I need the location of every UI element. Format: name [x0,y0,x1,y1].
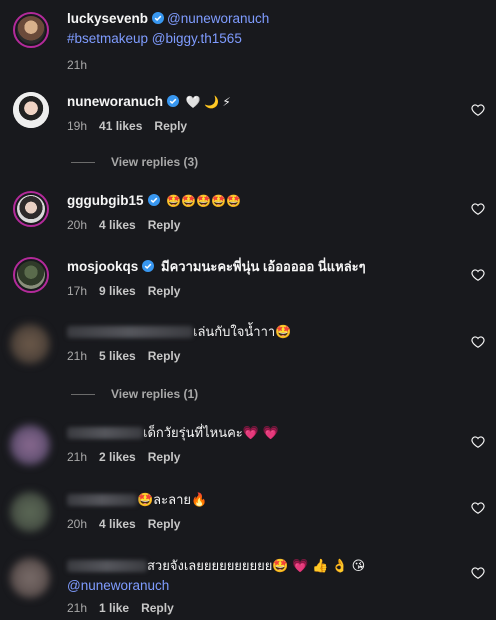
timestamp: 20h [67,517,88,531]
comment-username[interactable]: mosjookqs [67,259,138,274]
comment-text: 🤍 🌙 ⚡ [185,95,231,109]
caption-username[interactable]: luckysevenb [67,11,148,26]
avatar[interactable] [10,425,50,465]
like-count[interactable]: 9 likes [99,284,136,298]
like-count[interactable]: 4 likes [99,218,136,232]
avatar[interactable] [13,92,49,128]
reply-button[interactable]: Reply [154,119,187,133]
comment-text: สวยจังเลยยยยยยยยยย🤩 💗 👍 👌 😘 [147,558,366,573]
comment-text: เด็กวัยรุ่นที่ไหนคะ💗 💗 [143,425,279,440]
blurred-username[interactable] [67,326,193,339]
avatar[interactable] [13,191,49,227]
reply-button[interactable]: Reply [148,218,181,232]
comment-username[interactable]: gggubgib15 [67,193,144,208]
comment-text: 🤩🤩🤩🤩🤩 [166,194,241,208]
caption-mention[interactable]: @nuneworanuch [167,11,269,26]
comment-username[interactable]: nuneworanuch [67,94,163,109]
reply-button[interactable]: Reply [148,517,181,531]
verified-icon [147,194,160,206]
caption-tags[interactable]: #bsetmakeup @biggy.th1565 [67,29,456,49]
divider [71,162,95,164]
verified-icon [167,95,180,107]
timestamp: 21h [67,349,88,363]
blurred-username[interactable] [67,427,143,440]
comment-text: เล่นกับใจน้ำาา🤩 [193,324,292,339]
reply-button[interactable]: Reply [148,450,181,464]
avatar[interactable] [10,324,50,364]
avatar[interactable] [10,558,50,598]
comment-mention[interactable]: @nuneworanuch [67,576,456,596]
verified-icon [142,260,155,272]
avatar[interactable] [13,257,49,293]
timestamp: 21h [67,58,88,72]
avatar[interactable] [13,12,49,48]
heart-icon[interactable] [471,566,485,580]
heart-icon[interactable] [471,335,485,349]
timestamp: 17h [67,284,88,298]
like-count[interactable]: 1 like [99,601,129,615]
reply-button[interactable]: Reply [148,349,181,363]
like-count[interactable]: 2 likes [99,450,136,464]
like-count[interactable]: 4 likes [99,517,136,531]
heart-icon[interactable] [471,202,485,216]
like-count[interactable]: 5 likes [99,349,136,363]
timestamp: 20h [67,218,88,232]
heart-icon[interactable] [471,103,485,117]
heart-icon[interactable] [471,268,485,282]
timestamp: 21h [67,601,88,615]
view-replies-button[interactable]: View replies (1) [71,387,198,401]
avatar[interactable] [10,492,50,532]
like-count[interactable]: 41 likes [99,119,142,133]
blurred-username[interactable] [67,494,137,507]
timestamp: 19h [67,119,88,133]
comment-text: มีความนะคะพี่นุ่น เอ้อออออ นี่แหล่ะๆ [161,259,366,274]
timestamp: 21h [67,450,88,464]
reply-button[interactable]: Reply [141,601,174,615]
heart-icon[interactable] [471,501,485,515]
comment-text: 🤩ละลาย🔥 [137,492,208,507]
reply-button[interactable]: Reply [148,284,181,298]
view-replies-button[interactable]: View replies (3) [71,155,198,169]
verified-icon [152,12,165,24]
divider [71,394,95,396]
heart-icon[interactable] [471,435,485,449]
blurred-username[interactable] [67,560,147,573]
